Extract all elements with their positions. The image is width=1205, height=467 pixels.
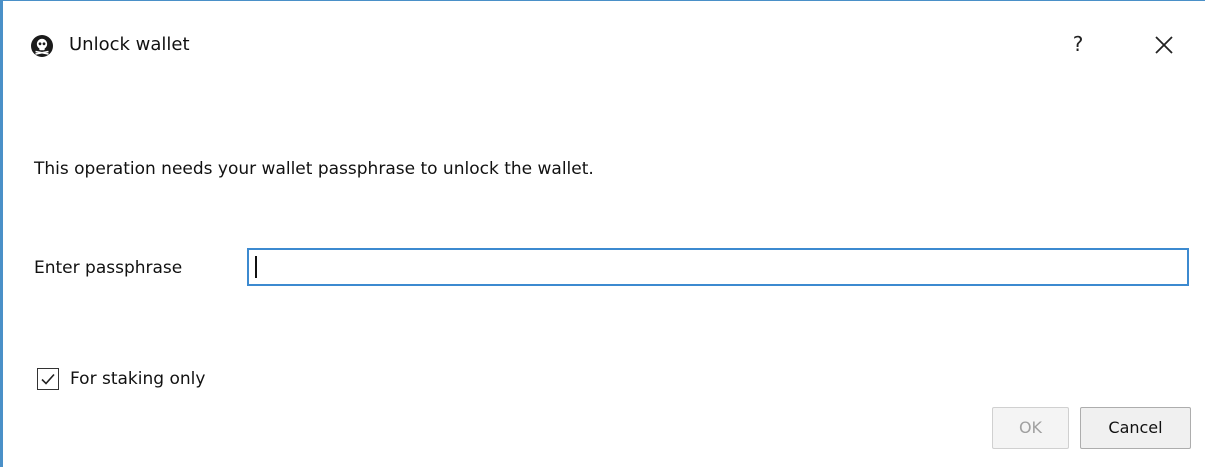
- text-caret: [255, 256, 257, 278]
- unlock-wallet-dialog: Unlock wallet ? This operation needs you…: [0, 0, 1205, 467]
- checkmark-icon: [41, 373, 55, 385]
- passphrase-input[interactable]: [247, 248, 1189, 286]
- cancel-button[interactable]: Cancel: [1080, 407, 1191, 449]
- checkbox-box[interactable]: [37, 368, 59, 390]
- instruction-text: This operation needs your wallet passphr…: [34, 159, 594, 179]
- ok-button[interactable]: OK: [992, 407, 1069, 449]
- close-button[interactable]: [1150, 31, 1178, 59]
- window-title: Unlock wallet: [69, 34, 190, 55]
- title-bar: Unlock wallet ?: [3, 1, 1205, 87]
- staking-only-label: For staking only: [70, 369, 206, 389]
- passphrase-label: Enter passphrase: [34, 258, 183, 278]
- close-icon: [1155, 36, 1173, 54]
- pirate-skull-icon: [31, 35, 53, 57]
- help-button[interactable]: ?: [1063, 29, 1093, 59]
